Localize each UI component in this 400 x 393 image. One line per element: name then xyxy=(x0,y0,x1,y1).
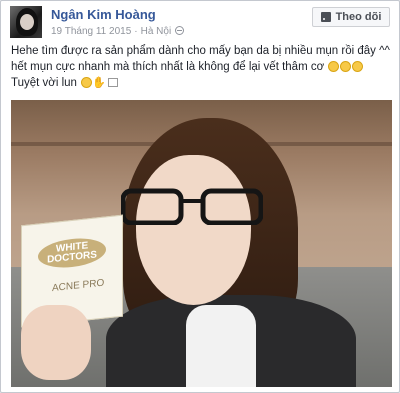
smiley-emoji-icon xyxy=(340,61,352,72)
post-photo[interactable]: WHITE DOCTORS ACNE PRO xyxy=(11,100,392,387)
author-name[interactable]: Ngân Kim Hoàng xyxy=(51,7,156,22)
photo-shirt xyxy=(186,305,256,387)
follow-button-label: Theo dõi xyxy=(335,11,382,23)
post-line-2: hết mụn cực nhanh mà thích nhất là không… xyxy=(11,61,325,73)
globe-icon xyxy=(175,26,185,35)
post-line-2-wrap: hết mụn cực nhanh mà thích nhất là không… xyxy=(11,59,391,75)
post-location[interactable]: Hà Nội xyxy=(141,26,172,37)
post-line-3: Tuyệt vời lun xyxy=(11,77,77,89)
hand-emoji-icon: ✋ xyxy=(92,77,106,89)
post-meta: 19 Tháng 11 2015 · Hà Nội xyxy=(51,26,185,37)
unknown-glyph-icon xyxy=(107,78,118,87)
follow-button[interactable]: Theo dõi xyxy=(312,7,390,27)
photo-hand xyxy=(21,305,91,380)
glasses-icon xyxy=(121,188,263,225)
post-text: Hehe tìm được ra sản phẩm dành cho mấy b… xyxy=(11,43,391,91)
smiley-emoji-icon xyxy=(81,77,93,88)
post-line-1: Hehe tìm được ra sản phẩm dành cho mấy b… xyxy=(11,45,390,57)
product-brand: WHITE DOCTORS xyxy=(47,240,97,266)
avatar[interactable] xyxy=(10,6,42,38)
post-line-3-wrap: Tuyệt vời lun ✋ xyxy=(11,75,391,91)
smiley-emoji-icon xyxy=(328,61,340,72)
post-card: Ngân Kim Hoàng 19 Tháng 11 2015 · Hà Nội T… xyxy=(0,0,400,393)
product-logo: WHITE DOCTORS xyxy=(38,235,106,271)
photo-face xyxy=(136,155,251,305)
avatar-face xyxy=(20,14,34,30)
rss-icon xyxy=(320,12,331,22)
post-date[interactable]: 19 Tháng 11 2015 xyxy=(51,26,131,37)
meta-separator: · xyxy=(134,26,138,37)
smiley-emoji-icon xyxy=(352,61,364,72)
product-name: ACNE PRO xyxy=(52,277,105,295)
